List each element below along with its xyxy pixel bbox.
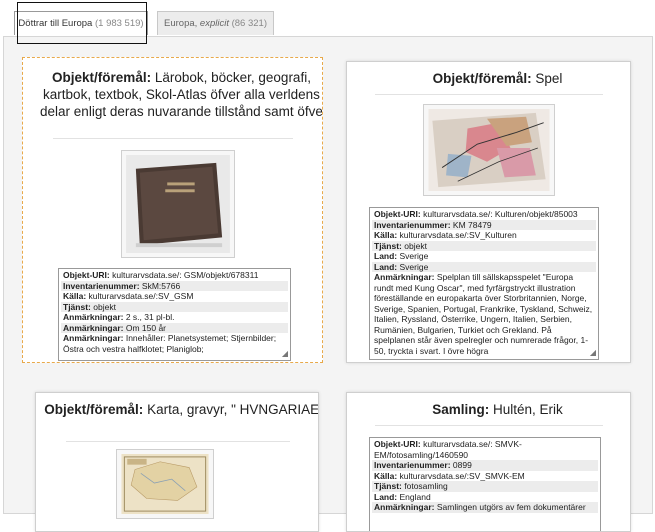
tab-count: (86 321) [231,18,267,29]
card-title: Objekt/föremål: Karta, gravyr, " HVNGARI… [36,401,319,418]
meta-row: Land: England [374,491,431,502]
meta-row: Anmärkningar: 2 s., 31 pl-bl. [63,312,175,322]
card-divider [375,94,603,95]
tab-dottrar-till-europa[interactable]: Döttrar till Europa (1 983 519) [14,11,148,35]
metadata-box[interactable]: Objekt-URI: kulturarvsdata.se/: SMVK-EM/… [369,437,601,531]
metadata-box[interactable]: Objekt-URI: kulturarvsdata.se/: Kulturen… [369,207,599,360]
meta-row: Anmärkningar: Innehåller: Planetsystemet… [63,333,277,354]
card-divider [375,425,603,426]
card-title-label: Objekt/föremål: [432,71,532,86]
card-divider [53,138,293,139]
meta-row: Objekt-URI: kulturarvsdata.se/: GSM/obje… [63,270,259,280]
game-map-illustration [428,109,550,191]
resize-grip-icon[interactable]: ◢ [282,349,288,360]
resize-grip-icon[interactable]: ◢ [590,348,596,359]
tab-europa-explicit[interactable]: Europa, explicit (86 321) [157,11,274,35]
hungary-map-illustration [121,454,209,514]
results-panel: Objekt/föremål: Lärobok, böcker, geograf… [3,36,653,532]
meta-row: Anmärkningar: Samlingen utgörs av fem do… [372,502,598,513]
meta-row: Tjänst: objekt [372,240,596,251]
card-title: Samling: Hultén, Erik [347,401,630,418]
card-title-label: Objekt/föremål: [44,402,144,417]
card-title-label: Samling: [432,402,490,417]
card-title-value: Spel [535,71,563,86]
hungary-map-image[interactable] [116,449,214,519]
meta-row: Land: Sverige [372,261,596,272]
card-title-value: Karta, gravyr, " HVNGARIAE " [147,402,319,417]
card-title: Objekt/föremål: Spel [347,70,630,87]
tab-label: Döttrar till Europa [18,18,93,29]
meta-row: Tjänst: objekt [61,301,288,312]
meta-row: Inventarienummer: 0899 [372,460,598,471]
meta-row: Inventarienummer: SkM:5766 [61,280,288,291]
meta-row: Inventarienummer: KM 78479 [372,219,596,230]
card-divider [66,441,290,442]
game-map-image[interactable] [423,104,555,196]
result-card[interactable]: Objekt/föremål: Lärobok, böcker, geograf… [22,57,323,363]
meta-row: Anmärkningar: Om 150 år [61,322,288,333]
card-title: Objekt/föremål: Lärobok, böcker, geograf… [23,69,322,120]
meta-row: Objekt-URI: kulturarvsdata.se/: SMVK-EM/… [374,439,522,460]
result-card[interactable]: Objekt/föremål: Karta, gravyr, " HVNGARI… [35,392,319,532]
meta-row: Källa: kulturarvsdata.se/:SV_SMVK-EM [374,470,525,481]
result-card[interactable]: Samling: Hultén, Erik Objekt-URI: kultur… [346,392,631,532]
metadata-box[interactable]: Objekt-URI: kulturarvsdata.se/: GSM/obje… [58,268,291,361]
book-atlas-image[interactable] [121,150,235,258]
tab-label-emphasis: explicit [199,18,229,29]
result-card[interactable]: Objekt/föremål: Spel Objekt-URI: kultura… [346,61,631,363]
meta-row: Objekt-URI: kulturarvsdata.se/: Kulturen… [374,209,578,219]
card-title-value: Hultén, Erik [493,402,563,417]
book-atlas-illustration [126,155,230,253]
meta-row: Land: Sverige [374,251,429,261]
meta-row: Anmärkningar: Spelplan till sällskapsspe… [374,272,593,356]
meta-row: Källa: kulturarvsdata.se/:SV_Kulturen [374,230,517,240]
card-title-label: Objekt/föremål: [52,70,152,85]
meta-row: Källa: kulturarvsdata.se/:SV_GSM [63,291,194,301]
tab-count: (1 983 519) [94,18,144,29]
meta-row: Tjänst: fotosamling [372,481,598,492]
tab-label: Europa, [164,18,200,29]
